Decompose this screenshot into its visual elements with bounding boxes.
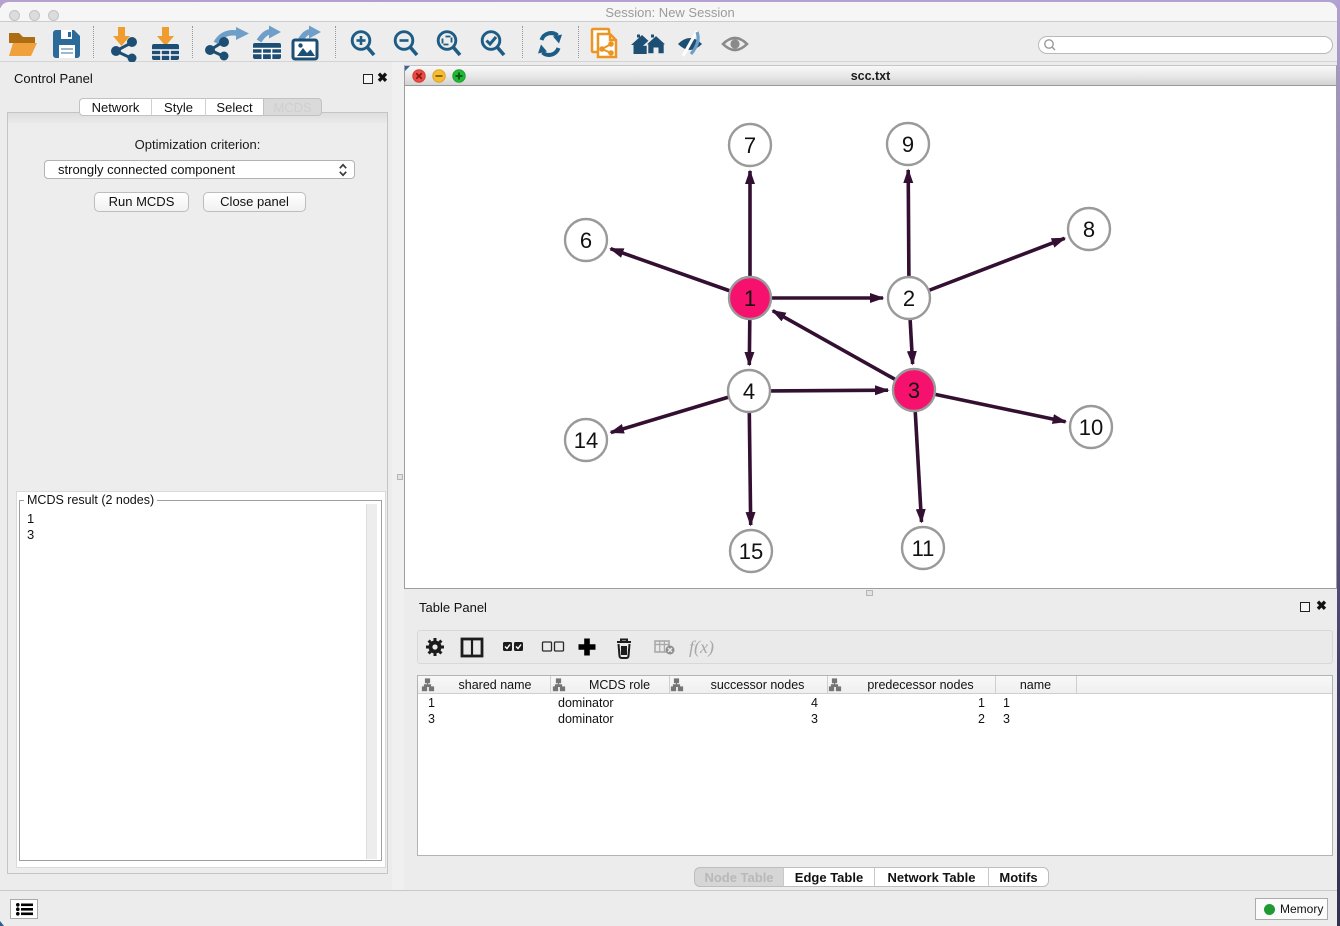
svg-text:11: 11	[912, 536, 935, 561]
svg-text:2: 2	[903, 286, 915, 311]
svg-text:7: 7	[744, 133, 756, 158]
svg-text:8: 8	[1083, 217, 1095, 242]
svg-text:f(x): f(x)	[689, 637, 714, 658]
svg-text:10: 10	[1079, 415, 1103, 440]
svg-text:4: 4	[743, 379, 755, 404]
svg-text:9: 9	[902, 132, 914, 157]
svg-text:14: 14	[574, 428, 598, 453]
svg-text:1: 1	[744, 286, 756, 311]
svg-text:3: 3	[908, 378, 920, 403]
svg-text:15: 15	[739, 539, 763, 564]
svg-text:6: 6	[580, 228, 592, 253]
